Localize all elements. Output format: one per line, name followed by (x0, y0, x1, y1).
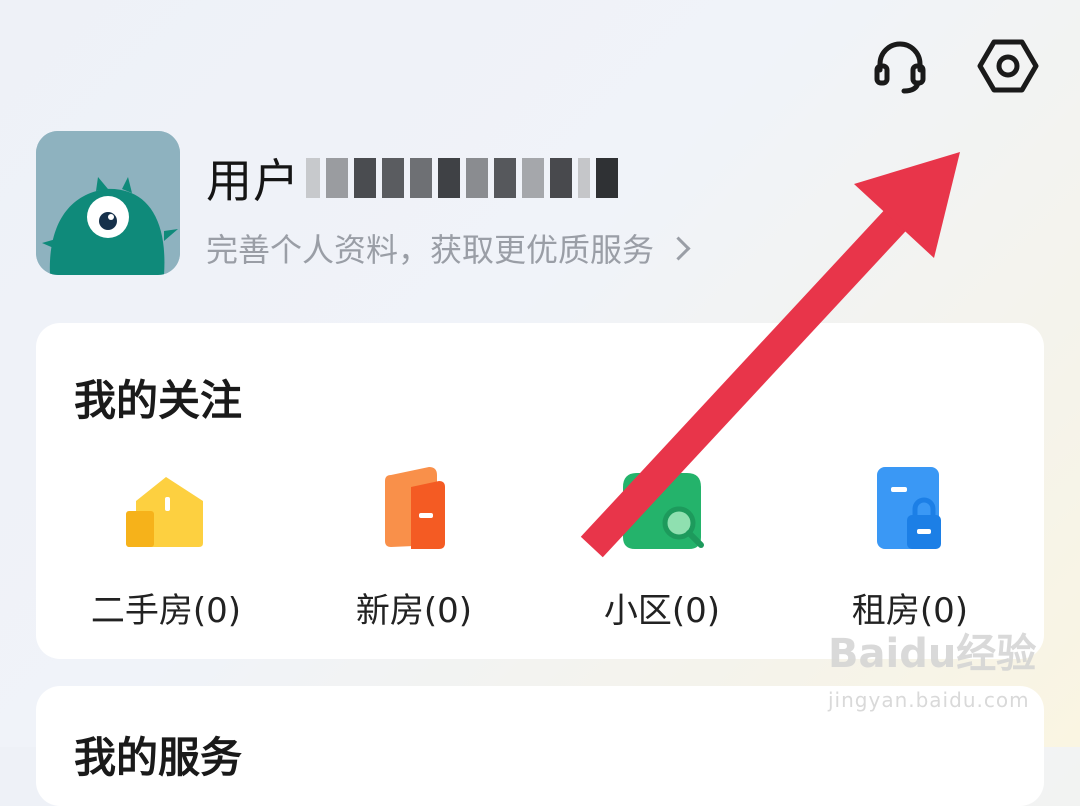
user-name: 用户 (206, 146, 618, 210)
headset-icon (874, 41, 926, 94)
chevron-right-icon (666, 235, 691, 261)
my-services-card: 我的服务 (36, 686, 1044, 806)
follow-item-rental[interactable]: 租房(0) (810, 463, 1010, 631)
follow-item-label: 小区(0) (603, 591, 721, 631)
follow-section-title: 我的关注 (74, 376, 243, 425)
follow-item-label: 新房(0) (355, 591, 473, 631)
complete-profile-link[interactable]: 完善个人资料，获取更优质服务 (206, 225, 691, 271)
follow-item-second-hand[interactable]: 二手房(0) (66, 463, 266, 631)
follow-item-new-house[interactable]: 新房(0) (314, 463, 514, 631)
hexagon-settings-icon (977, 39, 1039, 93)
profile-subtitle: 完善个人资料，获取更优质服务 (206, 231, 655, 269)
rental-icon (877, 467, 941, 549)
second-hand-house-icon (126, 477, 203, 547)
name-obscured-mosaic (306, 158, 618, 198)
services-section-title: 我的服务 (74, 733, 243, 782)
my-follow-card: 我的关注 二手房(0) 新房(0) 小区(0) 租房(0) (36, 323, 1044, 659)
community-icon (623, 473, 704, 549)
follow-item-label: 租房(0) (851, 591, 969, 631)
user-name-text: 用户 (206, 154, 300, 208)
follow-item-community[interactable]: 小区(0) (562, 463, 762, 631)
monster-avatar-icon (36, 131, 180, 275)
new-house-icon (385, 467, 445, 549)
customer-service-button[interactable] (866, 32, 934, 100)
avatar[interactable] (36, 131, 180, 275)
follow-item-label: 二手房(0) (90, 591, 242, 631)
settings-button[interactable] (974, 32, 1042, 100)
